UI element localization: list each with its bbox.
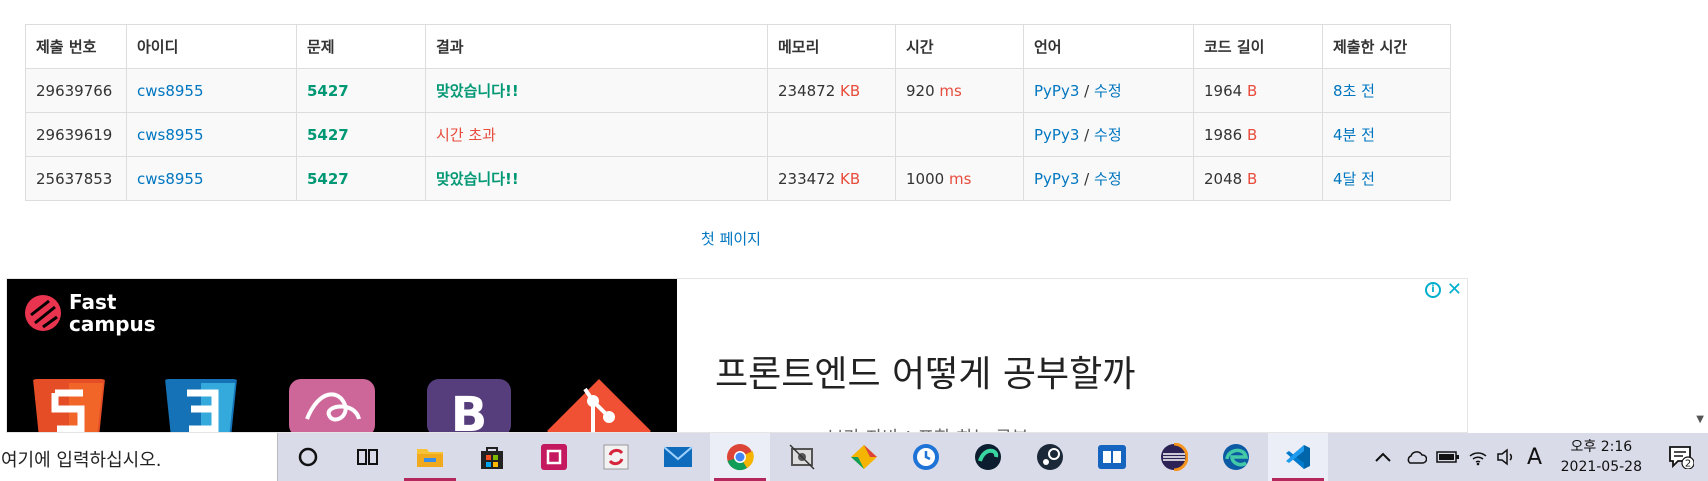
memory-cell xyxy=(767,112,896,157)
ad-subline: 브라 자바 ! 포함 하는 공부 xyxy=(827,424,1028,432)
language-cell: PyPy3 / 수정 xyxy=(1023,112,1194,157)
time-cell: 920 ms xyxy=(895,68,1024,113)
sync-app-icon[interactable] xyxy=(586,433,646,481)
git-icon xyxy=(547,379,651,432)
store-icon[interactable] xyxy=(462,433,522,481)
result-accepted: 맞았습니다!! xyxy=(436,82,519,100)
sass-icon xyxy=(289,379,375,432)
fastcampus-wordmark: Fast campus xyxy=(69,290,156,336)
fastcampus-logo-icon xyxy=(25,295,61,331)
app-icon[interactable] xyxy=(524,433,584,481)
user-link[interactable]: cws8955 xyxy=(137,126,204,144)
table-row: 25637853 cws8955 5427 맞았습니다!! 233472 KB … xyxy=(25,156,1451,201)
wifi-icon[interactable] xyxy=(1468,433,1488,481)
edge-icon[interactable] xyxy=(1206,433,1266,481)
memory-cell: 234872 KB xyxy=(767,68,896,113)
advertisement-banner[interactable]: Fast campus B 프론트엔드 어떻게 공부할까 i ✕ xyxy=(6,278,1468,433)
taskbar-search-box[interactable]: 여기에 입력하십시오. xyxy=(0,433,278,481)
clock-date: 2021-05-28 xyxy=(1560,459,1642,475)
volume-icon[interactable] xyxy=(1496,433,1516,481)
header-user-id: 아이디 xyxy=(126,24,297,69)
steam-icon[interactable] xyxy=(1020,433,1080,481)
html5-icon xyxy=(33,379,105,432)
css3-icon xyxy=(165,379,237,432)
first-page-link[interactable]: 첫 페이지 xyxy=(701,228,761,249)
svg-text:B: B xyxy=(451,387,488,433)
header-memory: 메모리 xyxy=(767,24,896,69)
language-link[interactable]: PyPy3 xyxy=(1034,126,1079,144)
eclipse-icon[interactable] xyxy=(1144,433,1204,481)
task-view-icon[interactable] xyxy=(338,433,398,481)
table-row: 29639766 cws8955 5427 맞았습니다!! 234872 KB … xyxy=(25,68,1451,113)
submitted-time-link[interactable]: 8초 전 xyxy=(1333,82,1375,100)
vscode-icon[interactable] xyxy=(1268,433,1328,481)
code-length-cell: 1986 B xyxy=(1193,112,1323,157)
status-table: 제출 번호 아이디 문제 결과 메모리 시간 언어 코드 길이 제출한 시간 2… xyxy=(25,24,1451,201)
submission-id: 29639619 xyxy=(25,112,127,157)
header-result: 결과 xyxy=(425,24,768,69)
file-explorer-icon[interactable] xyxy=(400,433,460,481)
language-link[interactable]: PyPy3 xyxy=(1034,170,1079,188)
scroll-down-arrow-icon[interactable]: ▼ xyxy=(1696,414,1704,425)
result-accepted: 맞았습니다!! xyxy=(436,170,519,188)
edit-link[interactable]: 수정 xyxy=(1094,170,1122,188)
ad-close-icon[interactable]: ✕ xyxy=(1447,279,1462,300)
language-cell: PyPy3 / 수정 xyxy=(1023,68,1194,113)
submitted-time-link[interactable]: 4분 전 xyxy=(1333,126,1375,144)
drive-icon[interactable] xyxy=(834,433,894,481)
problem-link[interactable]: 5427 xyxy=(307,170,349,188)
green-app-icon[interactable] xyxy=(958,433,1018,481)
ad-image: Fast campus B xyxy=(7,279,677,433)
time-cell xyxy=(895,112,1024,157)
notification-center-icon[interactable]: 2 xyxy=(1668,445,1695,473)
taskbar-clock[interactable]: 오후 2:16 2021-05-28 xyxy=(1561,437,1642,477)
notification-count: 2 xyxy=(1685,459,1691,470)
header-problem: 문제 xyxy=(296,24,426,69)
code-length-cell: 1964 B xyxy=(1193,68,1323,113)
onedrive-cloud-icon[interactable] xyxy=(1405,433,1427,481)
memory-cell: 233472 KB xyxy=(767,156,896,201)
cortana-icon[interactable] xyxy=(278,433,338,481)
input-method-indicator[interactable]: A xyxy=(1527,433,1542,481)
ad-headline: 프론트엔드 어떻게 공부할까 xyxy=(715,354,1136,395)
language-link[interactable]: PyPy3 xyxy=(1034,82,1079,100)
table-row: 29639619 cws8955 5427 시간 초과 PyPy3 / 수정 1… xyxy=(25,112,1451,157)
header-submitted-time: 제출한 시간 xyxy=(1322,24,1451,69)
ad-text-area: 프론트엔드 어떻게 공부할까 브라 자바 ! 포함 하는 공부 i ✕ xyxy=(677,279,1467,432)
header-language: 언어 xyxy=(1023,24,1194,69)
user-link[interactable]: cws8955 xyxy=(137,170,204,188)
edit-link[interactable]: 수정 xyxy=(1094,82,1122,100)
result-time-limit: 시간 초과 xyxy=(436,126,496,144)
table-header-row: 제출 번호 아이디 문제 결과 메모리 시간 언어 코드 길이 제출한 시간 xyxy=(25,24,1451,69)
mail-icon[interactable] xyxy=(648,433,708,481)
language-cell: PyPy3 / 수정 xyxy=(1023,156,1194,201)
taskbar: 여기에 입력하십시오. A 오후 2:16 2021-05-28 2 xyxy=(0,433,1708,481)
submission-id: 25637853 xyxy=(25,156,127,201)
bootstrap-icon: B xyxy=(427,379,511,433)
user-link[interactable]: cws8955 xyxy=(137,82,204,100)
show-hidden-icons-chevron-icon[interactable] xyxy=(1374,433,1392,481)
header-submission-id: 제출 번호 xyxy=(25,24,127,69)
submitted-time-link[interactable]: 4달 전 xyxy=(1333,170,1375,188)
snipping-icon[interactable] xyxy=(772,433,832,481)
problem-link[interactable]: 5427 xyxy=(307,82,349,100)
clock-app-icon[interactable] xyxy=(896,433,956,481)
search-placeholder: 여기에 입력하십시오. xyxy=(1,450,162,471)
code-length-cell: 2048 B xyxy=(1193,156,1323,201)
header-time: 시간 xyxy=(895,24,1024,69)
header-code-length: 코드 길이 xyxy=(1193,24,1323,69)
time-cell: 1000 ms xyxy=(895,156,1024,201)
chrome-icon[interactable] xyxy=(710,433,770,481)
ad-info-icon[interactable]: i xyxy=(1425,282,1441,298)
submission-id: 29639766 xyxy=(25,68,127,113)
battery-icon[interactable] xyxy=(1436,433,1460,481)
edit-link[interactable]: 수정 xyxy=(1094,126,1122,144)
reader-icon[interactable] xyxy=(1082,433,1142,481)
problem-link[interactable]: 5427 xyxy=(307,126,349,144)
clock-time: 오후 2:16 xyxy=(1570,439,1633,455)
